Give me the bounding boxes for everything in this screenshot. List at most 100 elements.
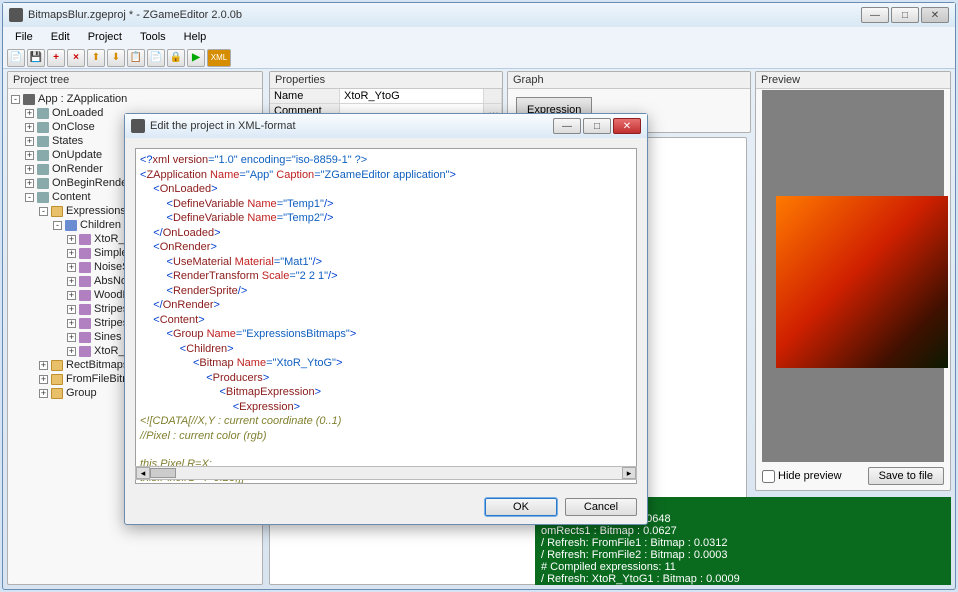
console-line: # Compiled expressions: 11 [541, 561, 945, 573]
save-to-file-button[interactable]: Save to file [868, 467, 944, 485]
tree-toggle-icon[interactable]: + [25, 151, 34, 160]
tree-toggle-icon[interactable]: - [53, 221, 62, 230]
menu-bar: FileEditProjectToolsHelp [3, 27, 955, 47]
save-icon[interactable] [27, 49, 45, 67]
delete-icon[interactable]: × [67, 49, 85, 67]
tree-item-label: Group [66, 386, 97, 400]
modal-title-bar: Edit the project in XML-format — □ ✕ [125, 114, 647, 138]
tree-node-icon [79, 304, 91, 315]
horizontal-scrollbar[interactable]: ◂ ▸ [135, 466, 637, 480]
move-up-icon[interactable] [87, 49, 105, 67]
menu-project[interactable]: Project [80, 29, 130, 45]
tree-toggle-icon[interactable]: + [67, 347, 76, 356]
tree-node-icon [51, 360, 63, 371]
minimize-button[interactable]: — [861, 7, 889, 23]
tree-toggle-icon[interactable]: + [67, 235, 76, 244]
run-icon[interactable]: ▶ [187, 49, 205, 67]
tree-node-icon [79, 290, 91, 301]
scroll-right-icon[interactable]: ▸ [622, 467, 636, 479]
graph-header: Graph [508, 72, 750, 89]
tree-item[interactable]: - App : ZApplication [11, 92, 259, 106]
tree-node-icon [79, 332, 91, 343]
tree-node-icon [37, 164, 49, 175]
preview-header: Preview [756, 72, 950, 89]
modal-icon [131, 119, 145, 133]
menu-edit[interactable]: Edit [43, 29, 78, 45]
console-line: / Refresh: FromFile1 : Bitmap : 0.0312 [541, 537, 945, 549]
paste-icon[interactable] [147, 49, 165, 67]
tree-node-icon [37, 122, 49, 133]
tree-item-label: OnLoaded [52, 106, 103, 120]
tree-toggle-icon[interactable]: + [25, 109, 34, 118]
project-tree-header: Project tree [8, 72, 262, 89]
tree-toggle-icon[interactable]: + [67, 333, 76, 342]
tree-toggle-icon[interactable]: + [67, 305, 76, 314]
tool-bar: + × ▶ XML [3, 47, 955, 69]
tree-node-icon [79, 234, 91, 245]
modal-close-button[interactable]: ✕ [613, 118, 641, 134]
xml-text-area[interactable]: <?xml version="1.0" encoding="iso-8859-1… [135, 148, 637, 484]
tree-node-icon [65, 220, 77, 231]
tree-node-icon [51, 388, 63, 399]
move-down-icon[interactable] [107, 49, 125, 67]
tree-node-icon [79, 248, 91, 259]
tree-node-icon [79, 318, 91, 329]
tree-node-icon [37, 192, 49, 203]
tree-item-label: Content [52, 190, 91, 204]
tree-toggle-icon[interactable]: + [25, 123, 34, 132]
tree-toggle-icon[interactable]: - [11, 95, 20, 104]
tree-node-icon [51, 206, 63, 217]
tree-item-label: App : ZApplication [38, 92, 127, 106]
properties-header: Properties [270, 72, 502, 89]
tree-toggle-icon[interactable]: + [67, 319, 76, 328]
preview-bitmap [776, 196, 948, 368]
xml-editor-dialog: Edit the project in XML-format — □ ✕ <?x… [124, 113, 648, 525]
tree-toggle-icon[interactable]: + [25, 137, 34, 146]
console-line: / Refresh: XtoR_YtoG1 : Bitmap : 0.0009 [541, 573, 945, 585]
maximize-button[interactable]: □ [891, 7, 919, 23]
tree-node-icon [79, 276, 91, 287]
menu-tools[interactable]: Tools [132, 29, 174, 45]
tree-toggle-icon[interactable]: - [39, 207, 48, 216]
tree-toggle-icon[interactable]: + [67, 249, 76, 258]
tree-item-label: OnRender [52, 162, 103, 176]
tree-item-label: OnClose [52, 120, 95, 134]
tree-node-icon [51, 374, 63, 385]
xml-icon[interactable]: XML [207, 49, 231, 67]
lock-icon[interactable] [167, 49, 185, 67]
tree-toggle-icon[interactable]: + [39, 361, 48, 370]
app-icon [9, 8, 23, 22]
tree-toggle-icon[interactable]: + [25, 165, 34, 174]
preview-canvas [762, 90, 944, 462]
tree-toggle-icon[interactable]: + [67, 291, 76, 300]
new-icon[interactable] [7, 49, 25, 67]
prop-dropdown-icon[interactable] [484, 89, 502, 104]
modal-maximize-button[interactable]: □ [583, 118, 611, 134]
tree-toggle-icon[interactable]: + [67, 263, 76, 272]
scroll-left-icon[interactable]: ◂ [136, 467, 150, 479]
tree-item-label: Children [80, 218, 121, 232]
main-title-bar: BitmapsBlur.zgeproj * - ZGameEditor 2.0.… [3, 3, 955, 27]
prop-value[interactable]: XtoR_YtoG [340, 89, 484, 104]
ok-button[interactable]: OK [485, 498, 557, 516]
hide-preview-checkbox[interactable]: Hide preview [762, 470, 842, 483]
menu-help[interactable]: Help [176, 29, 215, 45]
add-icon[interactable]: + [47, 49, 65, 67]
console-line: omRects1 : Bitmap : 0.0627 [541, 525, 945, 537]
menu-file[interactable]: File [7, 29, 41, 45]
close-button[interactable]: ✕ [921, 7, 949, 23]
tree-toggle-icon[interactable]: + [39, 375, 48, 384]
scroll-thumb[interactable] [150, 468, 176, 478]
cancel-button[interactable]: Cancel [565, 498, 637, 516]
tree-node-icon [79, 346, 91, 357]
tree-node-icon [23, 94, 35, 105]
copy-icon[interactable] [127, 49, 145, 67]
tree-toggle-icon[interactable]: + [25, 179, 34, 188]
tree-node-icon [37, 136, 49, 147]
tree-toggle-icon[interactable]: - [25, 193, 34, 202]
tree-toggle-icon[interactable]: + [39, 389, 48, 398]
modal-minimize-button[interactable]: — [553, 118, 581, 134]
tree-toggle-icon[interactable]: + [67, 277, 76, 286]
prop-label: Name [270, 89, 340, 104]
modal-title: Edit the project in XML-format [150, 120, 553, 132]
